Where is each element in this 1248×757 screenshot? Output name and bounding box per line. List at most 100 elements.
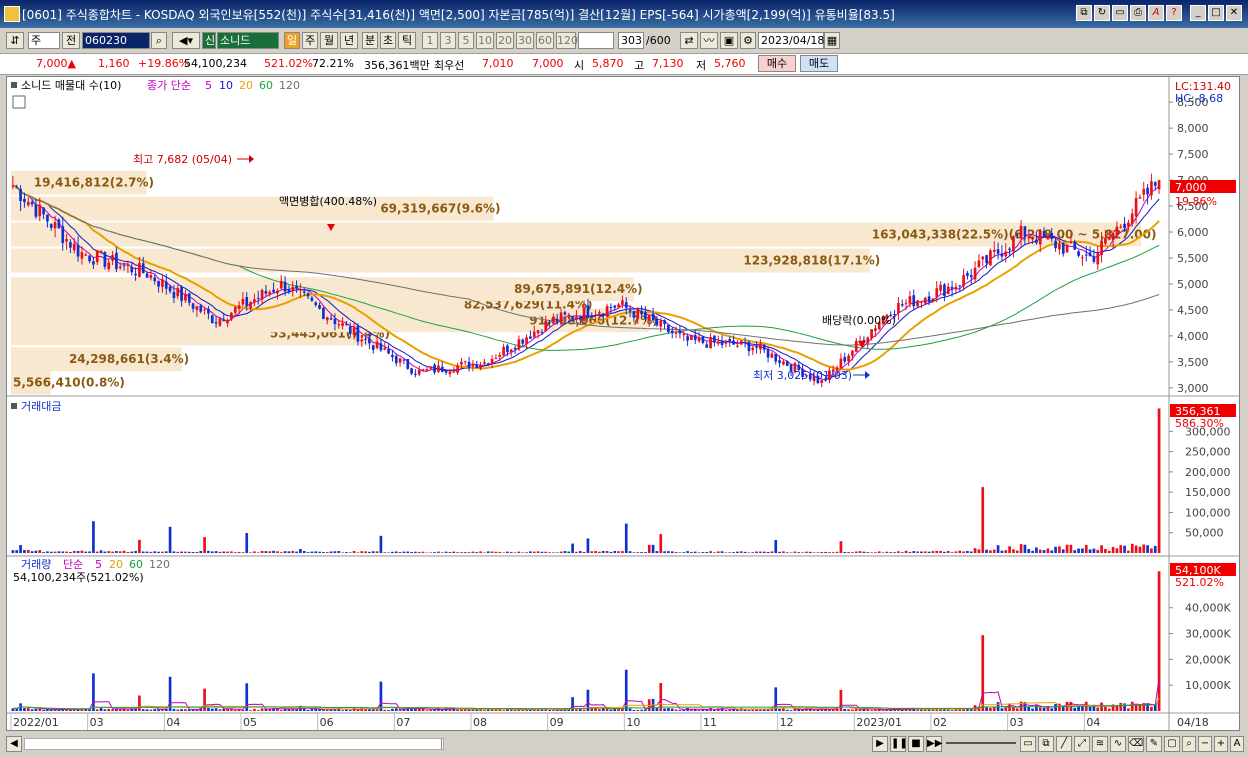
amount-bar — [801, 552, 804, 553]
tool-pencil-icon[interactable]: ✎ — [1146, 736, 1162, 752]
zoom-icon[interactable]: ⇄ — [680, 32, 698, 49]
buy-button[interactable]: 매수 — [758, 55, 796, 72]
indicator-icon[interactable]: 〰 — [700, 32, 718, 49]
x-axis-label: 10 — [626, 716, 640, 729]
amount-bar — [414, 551, 417, 553]
tool-wave-icon[interactable]: ∿ — [1110, 736, 1126, 752]
search-icon[interactable]: ⌕ — [151, 32, 167, 49]
zoom-in-icon[interactable]: + — [1214, 736, 1228, 752]
amount-bar — [992, 549, 996, 553]
period-year[interactable]: 년 — [340, 32, 358, 49]
zoom-search-icon[interactable]: ⌕ — [1182, 736, 1196, 752]
amount-bar — [521, 552, 525, 553]
fast-forward-icon[interactable]: ▶▶ — [926, 736, 942, 752]
volume-bar — [279, 709, 283, 711]
candle-body — [417, 369, 421, 375]
candle-body — [897, 303, 900, 314]
chart-type-icon[interactable]: ⇵ — [6, 32, 24, 49]
volume-bar — [1127, 708, 1130, 711]
market-select[interactable]: 주 — [28, 32, 60, 49]
tool-rect-icon[interactable]: ▭ — [1020, 736, 1036, 752]
amount-bar — [42, 552, 45, 553]
interval-3[interactable]: 3 — [440, 32, 456, 49]
candle-body — [149, 274, 153, 278]
interval-30[interactable]: 30 — [516, 32, 534, 49]
code-input[interactable]: 060230 — [82, 32, 150, 49]
amount-bar — [1150, 548, 1153, 553]
maximize-button[interactable]: □ — [1208, 5, 1224, 21]
period-day[interactable]: 일 — [284, 32, 300, 49]
amount-bar — [958, 550, 962, 553]
tool-fib-icon[interactable]: ≋ — [1092, 736, 1108, 752]
candle-body — [532, 331, 536, 338]
zoom-out-icon[interactable]: − — [1198, 736, 1212, 752]
help-icon[interactable]: ? — [1166, 5, 1182, 21]
price-legend-ma: 종가 단순 — [147, 79, 191, 92]
tool-eraser-icon[interactable]: ⌫ — [1128, 736, 1144, 752]
tool-trend-icon[interactable]: ⤢ — [1074, 736, 1090, 752]
amount-bar — [973, 548, 977, 553]
candle-body — [161, 279, 164, 287]
sell-button[interactable]: 매도 — [800, 55, 838, 72]
minimize-button[interactable]: _ — [1190, 5, 1206, 21]
period-tick[interactable]: 틱 — [398, 32, 416, 49]
period-minute[interactable]: 분 — [362, 32, 378, 49]
print-icon[interactable]: ⎙ — [1130, 5, 1146, 21]
horizontal-scrollbar[interactable] — [24, 738, 444, 750]
amount-bar — [552, 552, 555, 553]
vma60-legend: 60 — [129, 558, 143, 571]
interval-60[interactable]: 60 — [536, 32, 554, 49]
volume-bar — [111, 709, 114, 711]
speed-slider[interactable] — [946, 742, 1016, 744]
play-icon[interactable]: ▶ — [872, 736, 888, 752]
refresh-icon[interactable]: ↻ — [1094, 5, 1110, 21]
candle-body — [1111, 232, 1115, 241]
interval-1[interactable]: 1 — [422, 32, 438, 49]
font-icon[interactable]: A — [1148, 5, 1164, 21]
chart-area[interactable]: 5,566,410(0.8%) 24,298,661(3.4%) 53,445,06… — [6, 76, 1240, 731]
interval-20[interactable]: 20 — [496, 32, 514, 49]
date-input[interactable]: 2023/04/18 — [758, 32, 824, 49]
link-icon[interactable]: ⧉ — [1076, 5, 1092, 21]
scroll-left-button[interactable]: ◀ — [6, 736, 22, 752]
calendar-icon[interactable]: ▦ — [824, 32, 840, 49]
stock-chart-svg[interactable]: 5,566,410(0.8%)24,298,661(3.4%)53,445,06… — [7, 77, 1239, 730]
count-total: /600 — [646, 34, 671, 47]
period-second[interactable]: 초 — [380, 32, 396, 49]
font-size-icon[interactable]: A — [1230, 736, 1244, 752]
tool-line-icon[interactable]: ╱ — [1056, 736, 1072, 752]
amount-bar — [548, 552, 551, 553]
interval-10[interactable]: 10 — [476, 32, 494, 49]
volume-bar — [460, 709, 463, 711]
amount-bar — [1031, 550, 1034, 553]
candle-body — [1142, 188, 1146, 195]
amount-bar — [1077, 548, 1080, 553]
volume-bar — [816, 709, 820, 711]
prev-button[interactable]: 전 — [62, 32, 80, 49]
settings-icon[interactable]: ⚙ — [740, 32, 756, 49]
amount-bar — [433, 552, 436, 553]
period-month[interactable]: 월 — [320, 32, 338, 49]
speaker-icon[interactable]: ◀▾ — [172, 32, 200, 49]
scroll-thumb[interactable] — [441, 739, 442, 749]
close-button[interactable]: ✕ — [1226, 5, 1242, 21]
count-input[interactable]: 303 — [618, 32, 644, 49]
amount-bar — [513, 552, 517, 553]
amount-tick-label: 50,000 — [1185, 527, 1224, 540]
candle-body — [322, 307, 325, 319]
volume-bar — [241, 709, 245, 711]
volume-bar — [667, 708, 670, 711]
stop-icon[interactable]: ■ — [908, 736, 924, 752]
amount-bar — [655, 551, 659, 553]
tool-link-icon[interactable]: ⧉ — [1038, 736, 1054, 752]
interval-custom-input[interactable] — [578, 32, 614, 49]
tool-box-icon[interactable]: ▢ — [1164, 736, 1180, 752]
period-week[interactable]: 주 — [302, 32, 318, 49]
candle-body — [72, 243, 76, 251]
interval-120[interactable]: 120 — [556, 32, 578, 49]
pause-icon[interactable]: ❚❚ — [890, 736, 908, 752]
window-icon[interactable]: ▭ — [1112, 5, 1128, 21]
interval-5[interactable]: 5 — [458, 32, 474, 49]
save-icon[interactable]: ▣ — [720, 32, 738, 49]
price-tick-label: 3,000 — [1177, 382, 1209, 395]
